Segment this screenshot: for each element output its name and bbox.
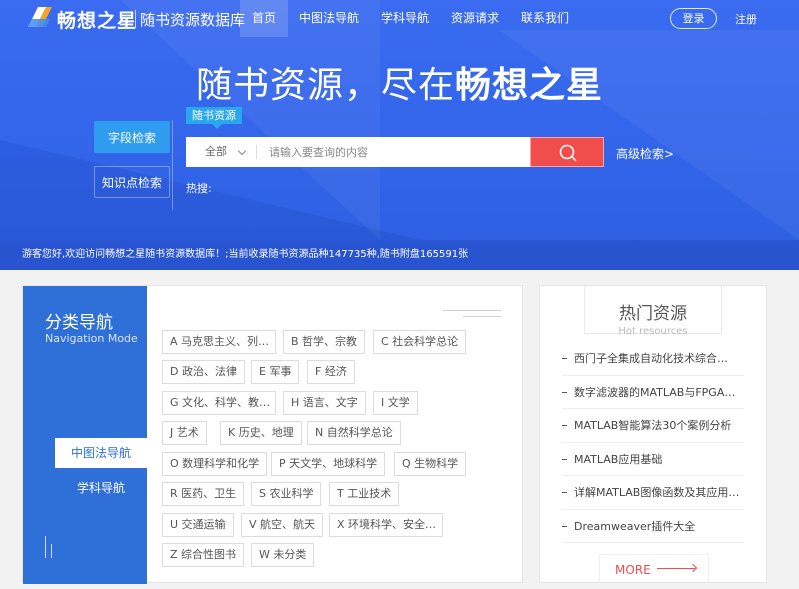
category-chip[interactable]: P 天文学、地球科学 bbox=[271, 452, 386, 476]
main-nav: 首页 中图法导航 学科导航 资源请求 联系我们 bbox=[240, 0, 580, 37]
search-icon bbox=[559, 144, 577, 162]
decorative-line bbox=[45, 536, 46, 558]
category-chip[interactable]: D 政治、法律 bbox=[162, 360, 245, 384]
hot-resources-list: 西门子全集成自动化技术综合… 数字滤波器的MATLAB与FPGA实现 MATLA… bbox=[562, 342, 744, 543]
chevron-down-icon bbox=[237, 146, 247, 156]
hot-resource-item[interactable]: 数字滤波器的MATLAB与FPGA实现 bbox=[562, 376, 744, 409]
category-subtitle: Navigation Mode bbox=[45, 332, 138, 345]
category-chip[interactable]: N 自然科学总论 bbox=[307, 421, 401, 445]
tab-field-search[interactable]: 字段检索 bbox=[94, 121, 170, 153]
category-chip[interactable]: G 文化、科学、教… bbox=[162, 391, 276, 415]
hero-slogan: 随书资源，尽在畅想之星 bbox=[0, 56, 799, 108]
hot-resource-item[interactable]: MATLAB智能算法30个案例分析 bbox=[562, 409, 744, 443]
decorative-line bbox=[443, 310, 501, 311]
brand-divider bbox=[135, 10, 136, 28]
hot-search-label: 热搜: bbox=[186, 182, 212, 195]
search-divider bbox=[172, 120, 173, 210]
category-chip[interactable]: V 航空、航天 bbox=[241, 513, 324, 537]
category-chip[interactable]: U 交通运输 bbox=[162, 513, 234, 537]
search-button[interactable] bbox=[530, 137, 604, 167]
nav-contact-us[interactable]: 联系我们 bbox=[510, 0, 580, 37]
hot-resource-item[interactable]: 西门子全集成自动化技术综合… bbox=[562, 342, 744, 376]
more-label: MORE bbox=[615, 563, 651, 577]
category-sidebar: 分类导航 Navigation Mode 中图法导航 学科导航 bbox=[23, 286, 147, 584]
select-divider bbox=[256, 145, 257, 159]
search-scope-select[interactable]: 全部 bbox=[186, 137, 256, 167]
slogan-brand: 畅想之星 bbox=[455, 65, 604, 106]
login-button[interactable]: 登录 bbox=[670, 8, 717, 29]
category-chip[interactable]: K 历史、地理 bbox=[220, 421, 302, 445]
hot-resources-subtitle: Hot resources bbox=[618, 326, 688, 337]
category-chip[interactable]: R 医药、卫生 bbox=[162, 482, 245, 506]
arrow-right-icon bbox=[657, 568, 695, 569]
hero-banner: 畅想之星 随书资源数据库 首页 中图法导航 学科导航 资源请求 联系我们 登录 … bbox=[0, 0, 799, 270]
category-chip[interactable]: J 艺术 bbox=[162, 421, 207, 445]
tab-clc-navigation[interactable]: 中图法导航 bbox=[55, 438, 147, 468]
category-chip[interactable]: H 语言、文字 bbox=[283, 391, 366, 415]
category-chip[interactable]: I 文学 bbox=[373, 391, 418, 415]
category-chip[interactable]: W 未分类 bbox=[251, 543, 315, 567]
category-chip[interactable]: A 马克思主义、列… bbox=[162, 330, 276, 354]
category-chip[interactable]: Z 综合性图书 bbox=[162, 543, 245, 567]
category-chip[interactable]: T 工业技术 bbox=[329, 482, 400, 506]
category-chip[interactable]: Q 生物科学 bbox=[394, 452, 467, 476]
hot-resources-header: 热门资源 Hot resources bbox=[584, 286, 722, 337]
search-select-value: 全部 bbox=[205, 145, 227, 158]
hot-resources-title: 热门资源 bbox=[619, 304, 687, 324]
hot-resources-panel: 热门资源 Hot resources 西门子全集成自动化技术综合… 数字滤波器的… bbox=[539, 285, 767, 584]
brand-subtitle: 随书资源数据库 bbox=[140, 11, 246, 29]
category-chip[interactable]: X 环境科学、安全… bbox=[329, 513, 443, 537]
category-chip[interactable]: E 军事 bbox=[251, 360, 300, 384]
decorative-line bbox=[51, 544, 52, 558]
hot-resource-item[interactable]: Dreamweaver插件大全 bbox=[562, 510, 744, 543]
search-mode-tabs: 字段检索 知识点检索 bbox=[94, 121, 172, 211]
hot-resource-item[interactable]: MATLAB应用基础 bbox=[562, 443, 744, 476]
nav-home[interactable]: 首页 bbox=[240, 0, 288, 37]
search-scope-tag[interactable]: 随书资源 bbox=[186, 107, 242, 129]
nav-resource-request[interactable]: 资源请求 bbox=[440, 0, 510, 37]
search-input[interactable] bbox=[261, 137, 523, 167]
tab-subject-navigation[interactable]: 学科导航 bbox=[55, 476, 147, 500]
tab-knowledge-search[interactable]: 知识点检索 bbox=[94, 166, 170, 198]
top-navbar: 畅想之星 随书资源数据库 首页 中图法导航 学科导航 资源请求 联系我们 登录 … bbox=[0, 0, 799, 37]
category-chip[interactable]: S 农业科学 bbox=[251, 482, 322, 506]
welcome-bar: 游客您好,欢迎访问畅想之星随书资源数据库！;当前收录随书资源品种147735种,… bbox=[0, 240, 799, 270]
hot-resource-item[interactable]: 详解MATLAB图像函数及其应用（… bbox=[562, 476, 744, 510]
category-chip[interactable]: B 哲学、宗教 bbox=[283, 330, 366, 354]
advanced-search-link[interactable]: 高级检索> bbox=[616, 145, 674, 162]
category-chip[interactable]: F 经济 bbox=[307, 360, 355, 384]
nav-subject-navigation[interactable]: 学科导航 bbox=[370, 0, 440, 37]
category-chip[interactable]: O 数理科学和化学 bbox=[162, 452, 268, 476]
decorative-line bbox=[463, 316, 501, 317]
register-link[interactable]: 注册 bbox=[735, 11, 757, 27]
search-bar: 全部 bbox=[186, 137, 530, 167]
category-chip[interactable]: C 社会科学总论 bbox=[373, 330, 467, 354]
slogan-prefix: 随书资源，尽在 bbox=[195, 65, 455, 106]
more-button[interactable]: MORE bbox=[599, 554, 709, 584]
category-navigation-panel: 分类导航 Navigation Mode 中图法导航 学科导航 A 马克思主义、… bbox=[22, 285, 523, 584]
logo-icon[interactable] bbox=[26, 5, 52, 29]
brand-name[interactable]: 畅想之星 bbox=[57, 6, 137, 33]
category-title: 分类导航 bbox=[45, 313, 113, 333]
nav-clc-navigation[interactable]: 中图法导航 bbox=[288, 0, 370, 37]
